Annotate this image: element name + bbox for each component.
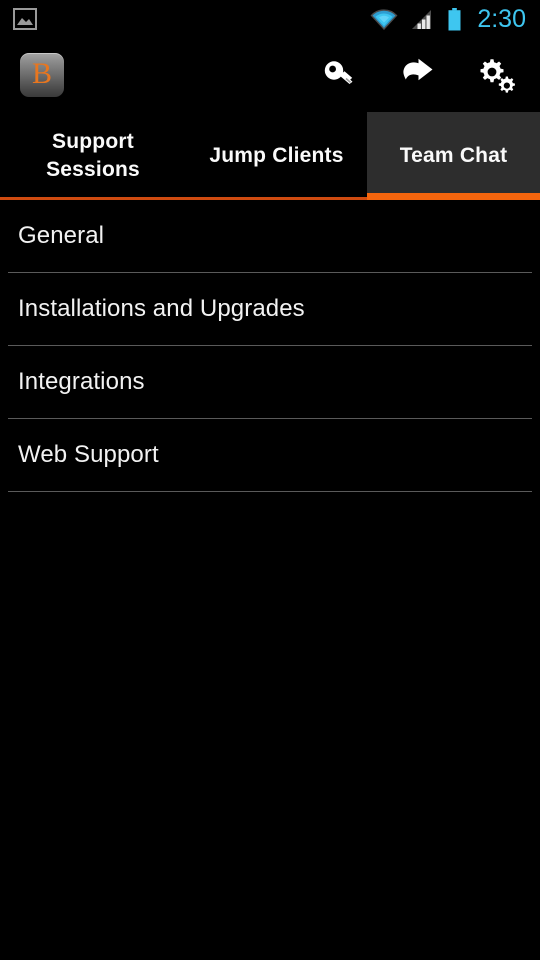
team-chat-list: General Installations and Upgrades Integ… [0,200,540,960]
app-logo[interactable]: B [20,53,64,97]
key-button[interactable] [320,54,362,96]
list-item[interactable]: General [0,200,540,272]
status-bar: 2:30 [0,0,540,38]
tab-support-sessions-label: Support Sessions [46,128,140,185]
tab-bar: Support Sessions Jump Clients Team Chat [0,112,540,200]
tab-support-sessions-line1: Support [52,129,134,153]
list-item[interactable]: Web Support [0,419,540,491]
status-bar-clock: 2:30 [477,4,526,33]
jump-arrow-icon [399,58,439,92]
settings-button[interactable] [476,54,518,96]
status-bar-notifications [0,8,37,30]
tab-support-sessions-line2: Sessions [46,158,140,181]
list-item-label: Installations and Upgrades [18,295,305,322]
gears-icon [476,56,518,94]
tab-support-sessions[interactable]: Support Sessions [0,112,186,200]
tab-team-chat-label: Team Chat [399,143,508,167]
tab-jump-clients[interactable]: Jump Clients [186,112,367,200]
tab-team-chat[interactable]: Team Chat [367,112,540,200]
action-bar-buttons [320,54,540,96]
status-bar-system-icons: 2:30 [370,4,540,33]
tab-jump-clients-label: Jump Clients [209,143,344,167]
app-root: 2:30 B Support Sessions Jump Clients Tea… [0,0,540,960]
gallery-icon [13,8,37,30]
list-item-label: Web Support [18,441,159,468]
signal-bars-icon [411,9,435,30]
list-item-label: Integrations [18,368,145,395]
wifi-icon [370,8,398,30]
list-item-label: General [18,222,105,249]
jump-button[interactable] [398,54,440,96]
app-logo-letter: B [31,57,52,90]
list-item[interactable]: Installations and Upgrades [0,273,540,345]
list-divider [8,491,532,492]
key-icon [322,58,360,92]
action-bar: B [0,38,540,112]
battery-icon [448,7,461,31]
list-item[interactable]: Integrations [0,346,540,418]
